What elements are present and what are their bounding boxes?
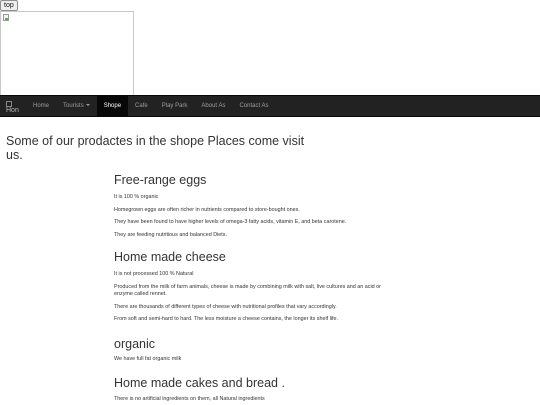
nav-item-shope[interactable]: Shope — [96, 96, 129, 116]
section-title: Free-range eggs — [114, 173, 207, 187]
section-text: Produced from the milk of farm animals, … — [114, 283, 381, 298]
nav-item-tourists[interactable]: Tourists — [56, 96, 97, 116]
nav-menu: Home Tourists Shope Cafe Play Park About… — [26, 96, 275, 116]
section-text: It is 100 % organic — [114, 194, 159, 200]
top-button[interactable]: top — [0, 0, 18, 11]
nav-item-contact-as[interactable]: Contact As — [232, 96, 275, 116]
section-title: Home made cheese — [114, 250, 226, 264]
section-text: From soft and semi-hard to hard. The les… — [114, 316, 339, 322]
nav-item-tourists-label: Tourists — [63, 103, 84, 109]
navbar: Hon Home Tourists Shope Cafe Play Park A… — [0, 95, 540, 117]
section-text: There are thousands of different types o… — [114, 303, 337, 310]
product-section-organic: organic We have full fat organic milk — [114, 337, 181, 364]
nav-item-play-park[interactable]: Play Park — [155, 96, 195, 116]
intro-heading: Some of our prodactes in the shope Place… — [6, 134, 305, 162]
section-text: They have been found to have higher leve… — [114, 219, 347, 225]
product-section-cakes-bread: Home made cakes and bread . There is no … — [114, 376, 285, 404]
broken-image-icon — [3, 14, 9, 21]
section-text: Homegrown eggs are often richer in nutri… — [114, 206, 300, 213]
section-text: It is not processed 100 % Natural — [114, 271, 194, 277]
section-text: There is no artificial ingredients on th… — [114, 396, 265, 402]
hero-image-broken — [0, 11, 134, 96]
section-title: organic — [114, 337, 155, 351]
caret-down-icon — [85, 104, 90, 107]
brand-alt-text: Hon — [6, 107, 19, 114]
section-title: Home made cakes and bread . — [114, 376, 285, 390]
product-section-eggs: Free-range eggs It is 100 % organic Home… — [114, 173, 346, 239]
nav-item-about-as[interactable]: About As — [194, 96, 232, 116]
navbar-brand-logo[interactable]: Hon — [6, 98, 20, 115]
section-text: We have full fat organic milk — [114, 356, 182, 362]
section-text: They are feeding nutritious and balanced… — [114, 231, 227, 238]
product-section-cheese: Home made cheese It is not processed 100… — [114, 250, 384, 324]
nav-item-cafe[interactable]: Cafe — [128, 96, 155, 116]
nav-item-home[interactable]: Home — [26, 96, 56, 116]
